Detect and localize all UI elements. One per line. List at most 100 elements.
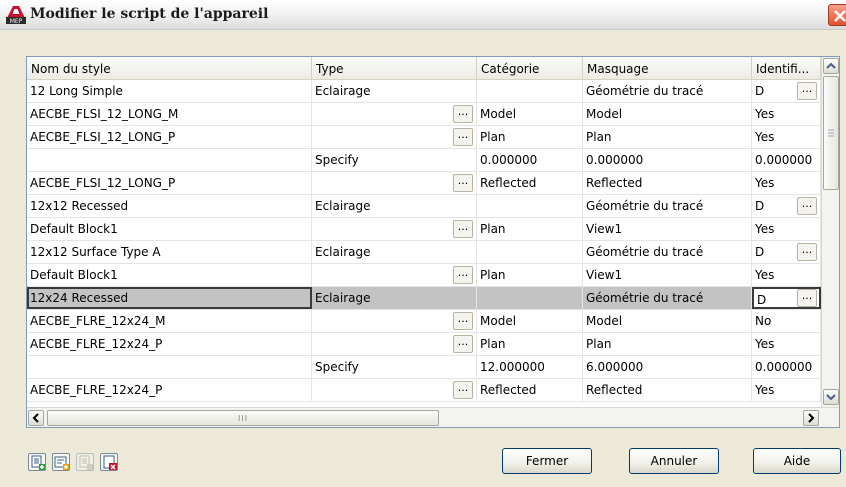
table-row[interactable]: AECBE_FLRE_12x24_P... Reflected Reflected Y… <box>27 379 821 402</box>
identifier-cell[interactable]: Yes <box>752 126 821 148</box>
add-block-button[interactable] <box>52 453 70 471</box>
style-name-cell[interactable] <box>27 356 312 378</box>
vertical-scrollbar[interactable] <box>821 57 839 407</box>
column-header-type[interactable]: Type <box>312 57 477 80</box>
type-cell[interactable]: Eclairage <box>312 80 477 102</box>
masking-cell[interactable]: 6.000000 <box>583 356 752 378</box>
close-button[interactable] <box>828 4 846 26</box>
column-header-identifier[interactable]: Identifi... <box>752 57 821 80</box>
style-name-cell[interactable]: AECBE_FLRE_12x24_M <box>27 310 312 332</box>
identifier-cell[interactable]: Yes <box>752 172 821 194</box>
identifier-cell[interactable]: D... <box>752 241 821 263</box>
style-name-cell[interactable]: AECBE_FLRE_12x24_P <box>27 379 312 401</box>
masking-cell[interactable]: Géométrie du tracé <box>583 287 752 309</box>
horizontal-scroll-thumb[interactable]: III <box>47 410 439 426</box>
table-row[interactable]: AECBE_FLSI_12_LONG_P... Reflected Reflecte… <box>27 172 821 195</box>
browse-button[interactable]: ... <box>453 220 473 238</box>
browse-button[interactable]: ... <box>797 243 817 261</box>
browse-button[interactable]: ... <box>453 105 473 123</box>
category-cell[interactable]: Model <box>477 103 583 125</box>
category-cell[interactable]: Plan <box>477 218 583 240</box>
category-cell[interactable] <box>477 195 583 217</box>
category-cell[interactable] <box>477 80 583 102</box>
browse-button[interactable]: ... <box>797 197 817 215</box>
vertical-scroll-thumb[interactable] <box>823 76 839 190</box>
category-cell[interactable]: 0.000000 <box>477 149 583 171</box>
masking-cell[interactable]: Plan <box>583 126 752 148</box>
identifier-cell[interactable]: 0.000000 <box>752 149 821 171</box>
type-cell[interactable]: ... <box>312 126 477 148</box>
type-cell[interactable]: ... <box>312 264 477 286</box>
style-name-cell[interactable]: 12x12 Surface Type A <box>27 241 312 263</box>
type-cell[interactable]: ... <box>312 379 477 401</box>
scroll-down-button[interactable] <box>823 389 839 405</box>
table-row[interactable]: Specify 0.000000 0.000000 0.000000 <box>27 149 821 172</box>
table-row[interactable]: 12x12 Surface Type A Eclairage Géométrie d… <box>27 241 821 264</box>
category-cell[interactable] <box>477 287 583 309</box>
table-row[interactable]: 12x12 Recessed Eclairage Géométrie du trac… <box>27 195 821 218</box>
column-header-masking[interactable]: Masquage <box>583 57 752 80</box>
style-name-cell[interactable]: AECBE_FLSI_12_LONG_M <box>27 103 312 125</box>
column-header-category[interactable]: Catégorie <box>477 57 583 80</box>
table-row[interactable]: Default Block1... Plan View1 Yes <box>27 264 821 287</box>
browse-button[interactable]: ... <box>797 82 817 100</box>
browse-button[interactable]: ... <box>453 381 473 399</box>
type-cell[interactable]: Eclairage <box>312 241 477 263</box>
browse-button[interactable]: ... <box>453 128 473 146</box>
category-cell[interactable]: Reflected <box>477 172 583 194</box>
browse-button[interactable]: ... <box>797 289 817 307</box>
table-row[interactable]: AECBE_FLRE_12x24_P... Plan Plan Yes <box>27 333 821 356</box>
identifier-cell[interactable]: D... <box>752 287 821 309</box>
identifier-cell[interactable]: Yes <box>752 333 821 355</box>
scroll-up-button[interactable] <box>823 58 839 74</box>
scroll-right-button[interactable] <box>803 410 819 426</box>
category-cell[interactable]: Plan <box>477 126 583 148</box>
table-row[interactable]: AECBE_FLRE_12x24_M... Model Model No <box>27 310 821 333</box>
table-row[interactable]: Specify 12.000000 6.000000 0.000000 <box>27 356 821 379</box>
type-cell[interactable]: Eclairage <box>312 195 477 217</box>
category-cell[interactable]: Plan <box>477 264 583 286</box>
type-cell[interactable]: Specify <box>312 149 477 171</box>
type-cell[interactable]: ... <box>312 218 477 240</box>
masking-cell[interactable]: Model <box>583 310 752 332</box>
style-name-cell[interactable]: Default Block1 <box>27 218 312 240</box>
style-name-cell[interactable]: 12 Long Simple <box>27 80 312 102</box>
style-name-cell[interactable]: Default Block1 <box>27 264 312 286</box>
horizontal-scrollbar[interactable]: III <box>27 407 839 427</box>
category-cell[interactable]: Reflected <box>477 379 583 401</box>
identifier-cell[interactable]: Yes <box>752 218 821 240</box>
identifier-cell[interactable]: Yes <box>752 264 821 286</box>
style-name-cell[interactable]: AECBE_FLSI_12_LONG_P <box>27 172 312 194</box>
category-cell[interactable]: Model <box>477 310 583 332</box>
masking-cell[interactable]: Plan <box>583 333 752 355</box>
scroll-left-button[interactable] <box>28 410 44 426</box>
delete-button[interactable] <box>100 453 118 471</box>
type-cell[interactable]: ... <box>312 103 477 125</box>
masking-cell[interactable]: Géométrie du tracé <box>583 241 752 263</box>
identifier-cell[interactable]: 0.000000 <box>752 356 821 378</box>
browse-button[interactable]: ... <box>453 174 473 192</box>
type-cell[interactable]: Specify <box>312 356 477 378</box>
identifier-cell[interactable]: No <box>752 310 821 332</box>
table-row[interactable]: AECBE_FLSI_12_LONG_M... Model Model Yes <box>27 103 821 126</box>
identifier-cell[interactable]: D... <box>752 195 821 217</box>
masking-cell[interactable]: Reflected <box>583 172 752 194</box>
table-row[interactable]: 12 Long Simple Eclairage Géométrie du trac… <box>27 80 821 103</box>
browse-button[interactable]: ... <box>453 312 473 330</box>
type-cell[interactable]: Eclairage <box>312 287 477 309</box>
identifier-cell[interactable]: Yes <box>752 379 821 401</box>
masking-cell[interactable]: Géométrie du tracé <box>583 80 752 102</box>
masking-cell[interactable]: 0.000000 <box>583 149 752 171</box>
column-header-style-name[interactable]: Nom du style <box>27 57 312 80</box>
style-name-cell[interactable]: 12x12 Recessed <box>27 195 312 217</box>
add-style-button[interactable] <box>28 453 46 471</box>
style-grid[interactable]: Nom du style Type Catégorie Masquage Ide… <box>26 56 840 428</box>
help-button[interactable]: Aide <box>753 448 841 474</box>
masking-cell[interactable]: Reflected <box>583 379 752 401</box>
identifier-cell[interactable]: D... <box>752 80 821 102</box>
style-name-cell[interactable]: 12x24 Recessed <box>27 287 312 309</box>
type-cell[interactable]: ... <box>312 172 477 194</box>
style-name-cell[interactable] <box>27 149 312 171</box>
style-name-cell[interactable]: AECBE_FLSI_12_LONG_P <box>27 126 312 148</box>
masking-cell[interactable]: Model <box>583 103 752 125</box>
